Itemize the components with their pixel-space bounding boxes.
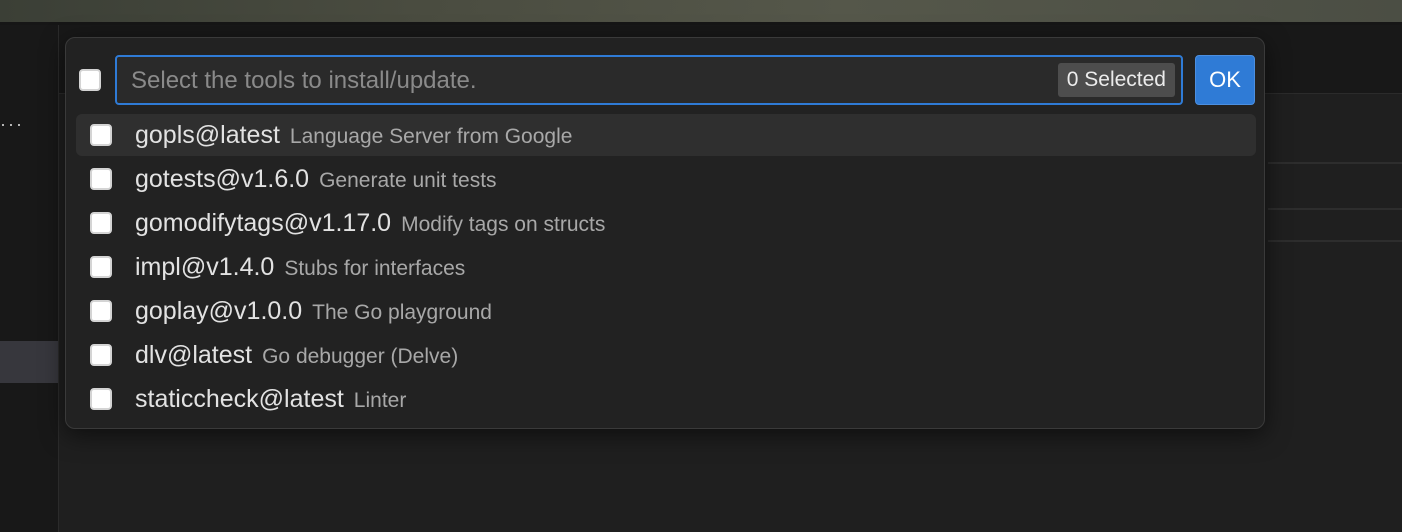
desktop-backdrop: [0, 0, 1402, 24]
item-description: Stubs for interfaces: [284, 257, 466, 280]
item-label: gomodifytags@v1.17.0: [135, 209, 392, 237]
item-text: dlv@latest Go debugger (Delve): [135, 334, 458, 376]
list-item[interactable]: goplay@v1.0.0 The Go playground: [76, 290, 1256, 332]
item-text: impl@v1.4.0 Stubs for interfaces: [135, 246, 465, 288]
item-text: gotests@v1.6.0 Generate unit tests: [135, 158, 497, 200]
selected-count-badge: 0 Selected: [1057, 63, 1175, 97]
editor-divider: [1268, 208, 1402, 210]
list-item[interactable]: impl@v1.4.0 Stubs for interfaces: [76, 246, 1256, 288]
item-checkbox[interactable]: [90, 168, 112, 190]
item-description: Modify tags on structs: [401, 213, 606, 236]
list-item[interactable]: gotests@v1.6.0 Generate unit tests: [76, 158, 1256, 200]
item-label: gopls@latest: [135, 121, 280, 149]
item-description: Language Server from Google: [289, 125, 573, 148]
activity-bar-active-item[interactable]: [0, 341, 58, 383]
item-text: gopls@latest Language Server from Google: [135, 114, 572, 156]
list-item[interactable]: dlv@latest Go debugger (Delve): [76, 334, 1256, 376]
filter-input[interactable]: [129, 65, 1033, 97]
item-label: gotests@v1.6.0: [135, 165, 310, 193]
quick-pick-widget: 0 Selected OK gopls@latest Language Serve…: [65, 37, 1265, 429]
quick-pick-header: 0 Selected OK: [78, 55, 1255, 105]
list-item[interactable]: gopls@latest Language Server from Google: [76, 114, 1256, 156]
list-item[interactable]: staticcheck@latest Linter: [76, 378, 1256, 420]
item-checkbox[interactable]: [90, 300, 112, 322]
item-checkbox[interactable]: [90, 256, 112, 278]
tool-list: gopls@latest Language Server from Google …: [76, 114, 1256, 422]
ok-button[interactable]: OK: [1195, 55, 1255, 105]
item-checkbox[interactable]: [90, 212, 112, 234]
item-label: goplay@v1.0.0: [135, 297, 303, 325]
item-checkbox[interactable]: [90, 344, 112, 366]
item-description: Generate unit tests: [319, 169, 497, 192]
item-description: Linter: [353, 389, 407, 412]
item-text: gomodifytags@v1.17.0 Modify tags on struc…: [135, 202, 605, 244]
filter-box[interactable]: 0 Selected: [115, 55, 1183, 105]
editor-divider: [1268, 240, 1402, 242]
item-label: staticcheck@latest: [135, 385, 344, 413]
item-text: goplay@v1.0.0 The Go playground: [135, 290, 492, 332]
item-description: The Go playground: [312, 301, 492, 324]
more-actions-icon[interactable]: ···: [0, 112, 30, 136]
activity-bar: [0, 25, 59, 532]
select-all-checkbox[interactable]: [79, 69, 101, 91]
item-checkbox[interactable]: [90, 388, 112, 410]
editor-divider: [1268, 162, 1402, 164]
item-checkbox[interactable]: [90, 124, 112, 146]
item-text: staticcheck@latest Linter: [135, 378, 406, 420]
item-label: impl@v1.4.0: [135, 253, 275, 281]
item-label: dlv@latest: [135, 341, 253, 369]
list-item[interactable]: gomodifytags@v1.17.0 Modify tags on struc…: [76, 202, 1256, 244]
item-description: Go debugger (Delve): [262, 345, 459, 368]
